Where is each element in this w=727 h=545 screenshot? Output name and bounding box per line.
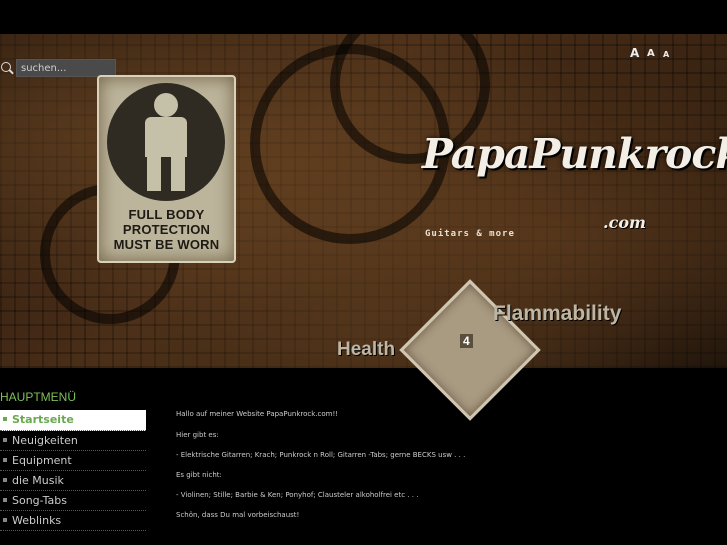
content-line: Hier gibt es: xyxy=(176,431,219,439)
content-line: Schön, dass Du mal vorbeischaust! xyxy=(176,511,300,519)
menu-item-label: Neuigkeiten xyxy=(12,434,78,447)
sign-text: FULL BODY PROTECTION MUST BE WORN xyxy=(99,207,234,252)
menu-item-label: Song-Tabs xyxy=(12,494,67,507)
search-icon[interactable] xyxy=(1,62,11,72)
menu-item-song-tabs[interactable]: Song-Tabs xyxy=(0,491,146,511)
menu-item-die-musik[interactable]: die Musik xyxy=(0,471,146,491)
menu-item-label: Startseite xyxy=(12,413,74,426)
bullet-icon xyxy=(3,498,7,502)
menu-item-label: Equipment xyxy=(12,454,72,467)
content-line: - Elektrische Gitarren; Krach; Punkrock … xyxy=(176,451,466,459)
sign-line: MUST BE WORN xyxy=(113,237,220,252)
hazard-diamond-number: 4 xyxy=(460,334,473,348)
bullet-icon xyxy=(3,458,7,462)
top-bar xyxy=(0,0,727,34)
bullet-icon xyxy=(3,438,7,442)
protection-sign: FULL BODY PROTECTION MUST BE WORN xyxy=(97,75,236,263)
main-menu-title: HAUPTMENÜ xyxy=(0,390,77,404)
site-logo[interactable]: PapaPunkrock xyxy=(422,130,727,178)
hazmat-figure-icon xyxy=(107,83,225,201)
menu-item-equipment[interactable]: Equipment xyxy=(0,451,146,471)
font-size-increase-button[interactable]: A xyxy=(630,46,639,60)
flammability-label: Flammability xyxy=(493,302,622,325)
content-line: - Violinen; Stille; Barbie & Ken; Ponyho… xyxy=(176,491,419,499)
bullet-icon xyxy=(3,478,7,482)
content-line: Es gibt nicht: xyxy=(176,471,222,479)
content-line: Hallo auf meiner Website PapaPunkrock.co… xyxy=(176,410,339,418)
menu-item-weblinks[interactable]: Weblinks xyxy=(0,511,146,531)
site-tagline: Guitars & more xyxy=(425,229,515,239)
site-logo-suffix: .com xyxy=(603,213,646,232)
bullet-icon xyxy=(3,417,7,421)
menu-item-label: Weblinks xyxy=(12,514,62,527)
sign-line: PROTECTION xyxy=(122,222,211,237)
menu-item-startseite[interactable]: Startseite xyxy=(0,410,146,431)
menu-item-neuigkeiten[interactable]: Neuigkeiten xyxy=(0,431,146,451)
bullet-icon xyxy=(3,518,7,522)
menu-item-label: die Musik xyxy=(12,474,64,487)
health-label: Health xyxy=(337,339,396,360)
font-size-reset-button[interactable]: A xyxy=(647,48,655,59)
sign-line: FULL BODY xyxy=(128,207,205,222)
main-menu: Startseite Neuigkeiten Equipment die Mus… xyxy=(0,410,146,531)
font-size-decrease-button[interactable]: A xyxy=(663,50,669,59)
